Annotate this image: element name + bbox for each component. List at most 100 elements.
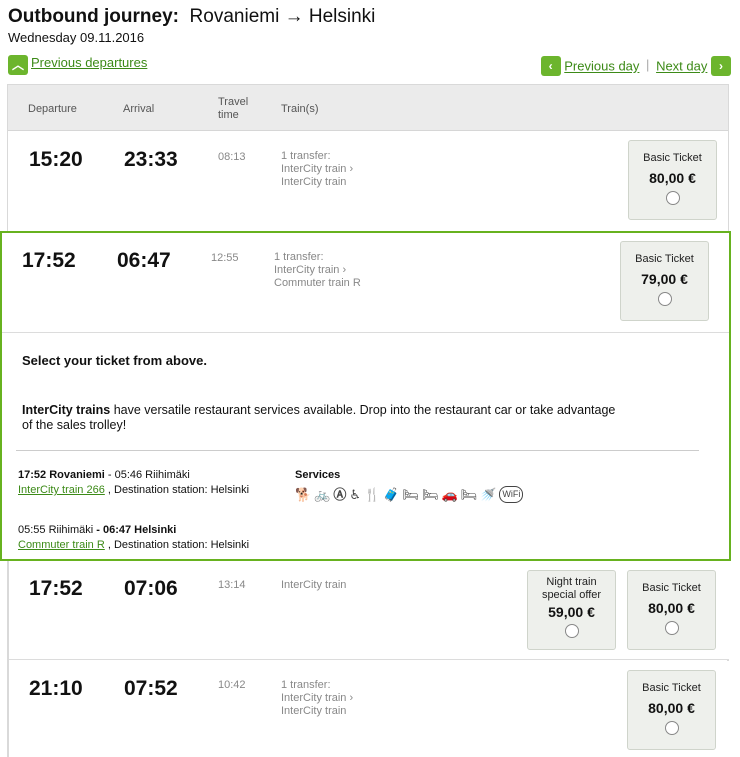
ticket-option[interactable]: Basic Ticket 79,00 €: [620, 241, 709, 321]
transfer-text: 1 transfer:: [281, 150, 331, 162]
dog-icon: 🐕: [295, 487, 312, 502]
intercity-text-2: of the sales trolley!: [22, 418, 127, 432]
shower-icon: 🚿: [480, 487, 497, 502]
travel-time: 13:14: [218, 579, 246, 591]
previous-departures-link[interactable]: Previous departures: [31, 55, 147, 70]
ticket-radio[interactable]: [657, 292, 672, 306]
ticket-radio[interactable]: [664, 721, 679, 735]
bed-icon: 🛏: [421, 487, 439, 502]
train-leg: InterCity train: [281, 705, 347, 717]
table-row[interactable]: 15:20 23:33 08:13 1 transfer: InterCity …: [8, 132, 728, 232]
leg-2-destination: , Destination station: Helsinki: [104, 539, 250, 551]
transfer-text: 1 transfer:: [281, 679, 331, 691]
leg-1-train-link[interactable]: InterCity train 266: [18, 484, 105, 496]
ticket-radio[interactable]: [665, 191, 680, 205]
col-trains: Train(s): [281, 103, 319, 115]
train-info: 1 transfer: InterCity train › Commuter t…: [274, 251, 361, 290]
train-info: InterCity train: [281, 579, 346, 592]
chevron-left-icon[interactable]: ‹: [540, 56, 561, 76]
leg-1-train: InterCity train 266 , Destination statio…: [18, 483, 249, 498]
luggage-icon: 🧳: [383, 487, 400, 502]
leg-2-start: 05:55 Riihimäki: [18, 524, 94, 536]
ticket-label: Basic Ticket: [642, 582, 701, 594]
nav-separator: |: [646, 57, 650, 73]
previous-departures-nav[interactable]: ︿ Previous departures: [8, 55, 147, 75]
ticket-option[interactable]: Basic Ticket 80,00 €: [627, 670, 716, 750]
train-info: 1 transfer: InterCity train › InterCity …: [281, 150, 353, 189]
ticket-price: 80,00 €: [648, 600, 695, 616]
car-transport-icon: 🚗: [441, 487, 458, 502]
table-row[interactable]: 17:52 07:06 13:14 InterCity train Night …: [9, 561, 729, 660]
services-icons: 🐕 🚲 Ⓐ ♿ 🍴 🧳 🛏 🛏 🚗 🛏 🚿 WiFi: [295, 486, 524, 503]
page-title-label: Outbound journey:: [8, 6, 179, 27]
intercity-info: InterCity trains have versatile restaura…: [22, 403, 615, 433]
leg-2-train: Commuter train R , Destination station: …: [18, 538, 249, 553]
route: Rovaniemi → Helsinki: [189, 6, 376, 27]
ticket-price: 79,00 €: [641, 271, 688, 287]
ticket-label: Basic Ticket: [642, 682, 701, 694]
leg-2-train-link[interactable]: Commuter train R: [18, 539, 105, 551]
ticket-radio[interactable]: [664, 621, 679, 635]
chevron-up-icon[interactable]: ︿: [8, 55, 28, 75]
next-day-link[interactable]: Next day: [656, 59, 707, 74]
arrival-time: 06:47: [117, 249, 171, 272]
col-travel-time-line2: time: [218, 109, 239, 121]
wifi-icon: WiFi: [499, 486, 524, 503]
bicycle-icon: 🚲: [314, 487, 331, 502]
leg-2-times: 05:55 Riihimäki - 06:47 Helsinki: [18, 523, 176, 538]
col-travel-time: Travel time: [218, 96, 248, 122]
ticket-option[interactable]: Basic Ticket 80,00 €: [628, 140, 717, 220]
train-leg: InterCity train: [281, 176, 347, 188]
col-arrival: Arrival: [123, 103, 155, 115]
travel-time: 10:42: [218, 679, 246, 691]
select-ticket-prompt: Select your ticket from above.: [22, 353, 207, 368]
train-leg: InterCity train ›: [281, 163, 354, 175]
leg-2-end: - 06:47 Helsinki: [93, 524, 177, 536]
wheelchair-icon: ♿: [349, 487, 362, 502]
ticket-label-line2: special offer: [541, 589, 602, 601]
page-title: Outbound journey: Rovaniemi → Helsinki: [8, 6, 375, 28]
ticket-option[interactable]: Night train special offer 59,00 €: [527, 570, 616, 650]
train-leg: InterCity train ›: [274, 264, 347, 276]
travel-time: 12:55: [211, 252, 239, 264]
ticket-option[interactable]: Basic Ticket 80,00 €: [627, 570, 716, 650]
restaurant-icon: 🍴: [364, 487, 381, 502]
ticket-label-line1: Night train: [546, 576, 597, 588]
arrival-time: 07:52: [124, 677, 178, 700]
departure-time: 17:52: [29, 577, 83, 600]
travel-time: 08:13: [218, 151, 246, 163]
table-row[interactable]: 17:52 06:47 12:55 1 transfer: InterCity …: [2, 233, 729, 333]
train-leg: Commuter train R: [274, 277, 361, 289]
journey-date: Wednesday 09.11.2016: [8, 30, 145, 45]
ticket-price: 80,00 €: [649, 170, 696, 186]
bed-icon: 🛏: [460, 487, 478, 502]
col-travel-time-line1: Travel: [218, 96, 249, 108]
ticket-price: 80,00 €: [648, 700, 695, 716]
col-departure: Departure: [28, 103, 77, 115]
train-leg: InterCity train: [281, 579, 347, 591]
departure-time: 17:52: [22, 249, 76, 272]
ticket-label: Basic Ticket: [635, 253, 694, 265]
arrival-time: 23:33: [124, 148, 178, 171]
chevron-right-icon[interactable]: ›: [711, 56, 731, 76]
arrival-time: 07:06: [124, 577, 178, 600]
train-info: 1 transfer: InterCity train › InterCity …: [281, 679, 353, 718]
leg-1-times: 17:52 Rovaniemi - 05:46 Riihimäki: [18, 468, 190, 483]
table-header: Departure Arrival Travel time Train(s): [8, 85, 728, 131]
departure-time: 21:10: [29, 677, 83, 700]
leg-1-destination: , Destination station: Helsinki: [104, 484, 250, 496]
ticket-label: Basic Ticket: [643, 152, 702, 164]
leg-1-end: - 05:46 Riihimäki: [104, 469, 190, 481]
services-label: Services: [295, 469, 341, 481]
table-row[interactable]: 21:10 07:52 10:42 1 transfer: InterCity …: [9, 661, 729, 757]
intercity-text: have versatile restaurant services avail…: [110, 403, 616, 417]
ticket-price: 59,00 €: [548, 604, 595, 620]
previous-day-link[interactable]: Previous day: [564, 59, 639, 74]
leg-1-start: 17:52 Rovaniemi: [18, 469, 105, 481]
bed-icon: 🛏: [402, 487, 419, 502]
selected-journey[interactable]: 17:52 06:47 12:55 1 transfer: InterCity …: [0, 231, 731, 561]
ticket-radio[interactable]: [564, 624, 579, 638]
intercity-bold: InterCity trains: [22, 403, 111, 417]
divider: [16, 450, 699, 451]
departure-time: 15:20: [29, 148, 83, 171]
